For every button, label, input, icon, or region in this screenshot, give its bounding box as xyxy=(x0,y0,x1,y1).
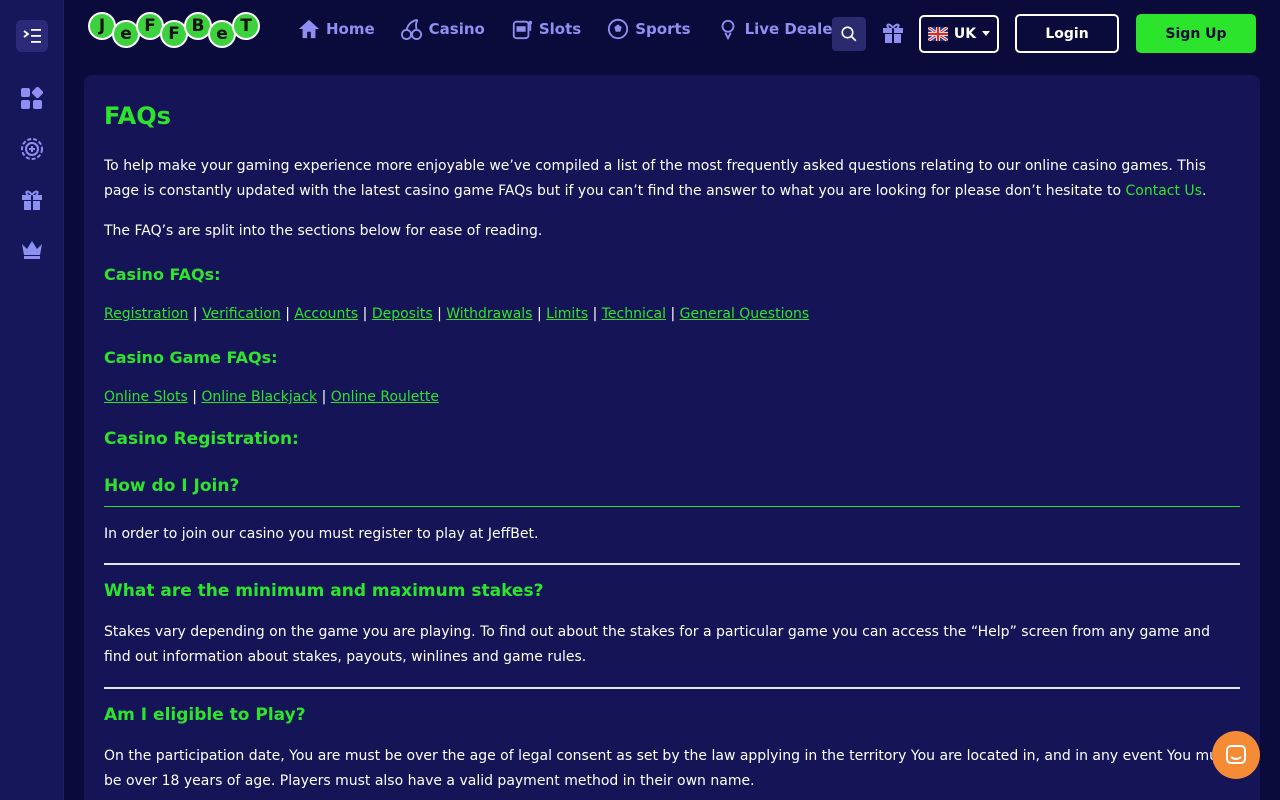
casino-faqs-heading: Casino FAQs: xyxy=(104,265,221,284)
crown-icon xyxy=(22,241,42,259)
link-separator: | xyxy=(192,389,197,405)
nav-sports-label: Sports xyxy=(635,20,691,38)
nav-slots-label: Slots xyxy=(538,20,582,38)
casino-chip-icon xyxy=(21,138,43,160)
sidebar-toggle-button[interactable] xyxy=(16,20,48,52)
intro-end: . xyxy=(1201,183,1207,199)
nav-casino[interactable]: Casino xyxy=(400,18,485,40)
link-separator: | xyxy=(437,306,442,322)
divider xyxy=(104,687,1240,689)
search-button[interactable] xyxy=(832,17,866,51)
sidebar-item-casino[interactable] xyxy=(19,136,45,162)
gift-icon xyxy=(883,23,903,43)
link-withdrawals[interactable]: Withdrawals xyxy=(446,306,532,322)
registration-heading: Casino Registration: xyxy=(104,429,299,449)
nav-casino-label: Casino xyxy=(428,20,485,38)
slot-machine-icon xyxy=(512,20,532,40)
chat-button[interactable] xyxy=(1212,731,1260,779)
page-title: FAQs xyxy=(104,102,171,130)
link-separator: | xyxy=(321,389,327,405)
divider xyxy=(104,506,1240,507)
link-online-roulette[interactable]: Online Roulette xyxy=(331,389,439,405)
faq-question[interactable]: How do I Join? xyxy=(104,476,1240,496)
faq-answer: On the participation date, You are must … xyxy=(104,748,1231,789)
contact-us-link[interactable]: Contact Us xyxy=(1126,183,1202,199)
nav-home-label: Home xyxy=(326,20,375,38)
link-deposits[interactable]: Deposits xyxy=(372,306,433,322)
nav-live-dealer-label: Live Dealer xyxy=(744,20,840,38)
cherry-icon xyxy=(400,18,422,40)
nav-slots[interactable]: Slots xyxy=(511,18,581,40)
header: J e F F B e T Home Casino Slots Sports L… xyxy=(64,0,1280,66)
link-separator: | xyxy=(285,306,290,322)
faq-answer: Stakes vary depending on the game you ar… xyxy=(104,624,1210,665)
main-nav: Home Casino Slots Sports Live Dealer xyxy=(298,18,840,40)
link-separator: | xyxy=(362,306,368,322)
link-separator: | xyxy=(536,306,542,322)
live-dealer-icon xyxy=(721,19,734,40)
faq-question[interactable]: Am I eligible to Play? xyxy=(104,705,1240,725)
link-separator: | xyxy=(192,306,198,322)
search-icon xyxy=(841,26,857,42)
intro-paragraph-2: The FAQ’s are split into the sections be… xyxy=(104,223,543,239)
nav-live-dealer[interactable]: Live Dealer xyxy=(717,18,840,40)
home-icon xyxy=(298,19,320,39)
link-registration[interactable]: Registration xyxy=(104,306,188,322)
divider xyxy=(104,563,1240,565)
caret-down-icon xyxy=(982,31,991,36)
nav-home[interactable]: Home xyxy=(298,18,375,40)
nav-sports[interactable]: Sports xyxy=(607,18,691,40)
games-grid-icon xyxy=(21,87,44,109)
link-accounts[interactable]: Accounts xyxy=(294,306,358,322)
uk-flag-icon xyxy=(927,27,948,41)
sidebar-item-vip[interactable] xyxy=(19,236,45,262)
game-faqs-heading: Casino Game FAQs: xyxy=(104,348,278,367)
logo-letter: T xyxy=(232,12,260,40)
game-faq-links: Online Slots | Online Blackjack | Online… xyxy=(104,389,1240,405)
language-label: UK xyxy=(953,26,977,42)
promotions-button[interactable] xyxy=(880,19,906,45)
intro-paragraph: To help make your gaming experience more… xyxy=(104,154,1240,204)
language-selector[interactable]: UK xyxy=(919,15,999,53)
logo[interactable]: J e F F B e T xyxy=(88,12,260,48)
faq-answer: In order to join our casino you must reg… xyxy=(104,526,539,542)
link-online-blackjack[interactable]: Online Blackjack xyxy=(201,389,317,405)
link-general-questions[interactable]: General Questions xyxy=(680,306,810,322)
link-limits[interactable]: Limits xyxy=(546,306,588,322)
signup-button[interactable]: Sign Up xyxy=(1136,14,1256,53)
link-separator: | xyxy=(670,306,676,322)
sidebar-item-games[interactable] xyxy=(19,86,45,112)
content-panel: FAQs To help make your gaming experience… xyxy=(84,75,1260,800)
login-button[interactable]: Login xyxy=(1015,14,1119,53)
sidebar-item-promotions[interactable] xyxy=(19,186,45,212)
soccer-ball-icon xyxy=(608,18,629,40)
intro-text: To help make your gaming experience more… xyxy=(104,158,1206,199)
chat-icon xyxy=(1226,745,1246,764)
gift-icon xyxy=(22,190,42,210)
menu-toggle-icon xyxy=(23,29,41,43)
faq-question[interactable]: What are the minimum and maximum stakes? xyxy=(104,581,1240,601)
sidebar xyxy=(0,0,64,800)
casino-faq-links: Registration | Verification | Accounts |… xyxy=(104,306,1240,322)
link-separator: | xyxy=(592,306,598,322)
link-online-slots[interactable]: Online Slots xyxy=(104,389,188,405)
link-verification[interactable]: Verification xyxy=(202,306,281,322)
link-technical[interactable]: Technical xyxy=(602,306,666,322)
